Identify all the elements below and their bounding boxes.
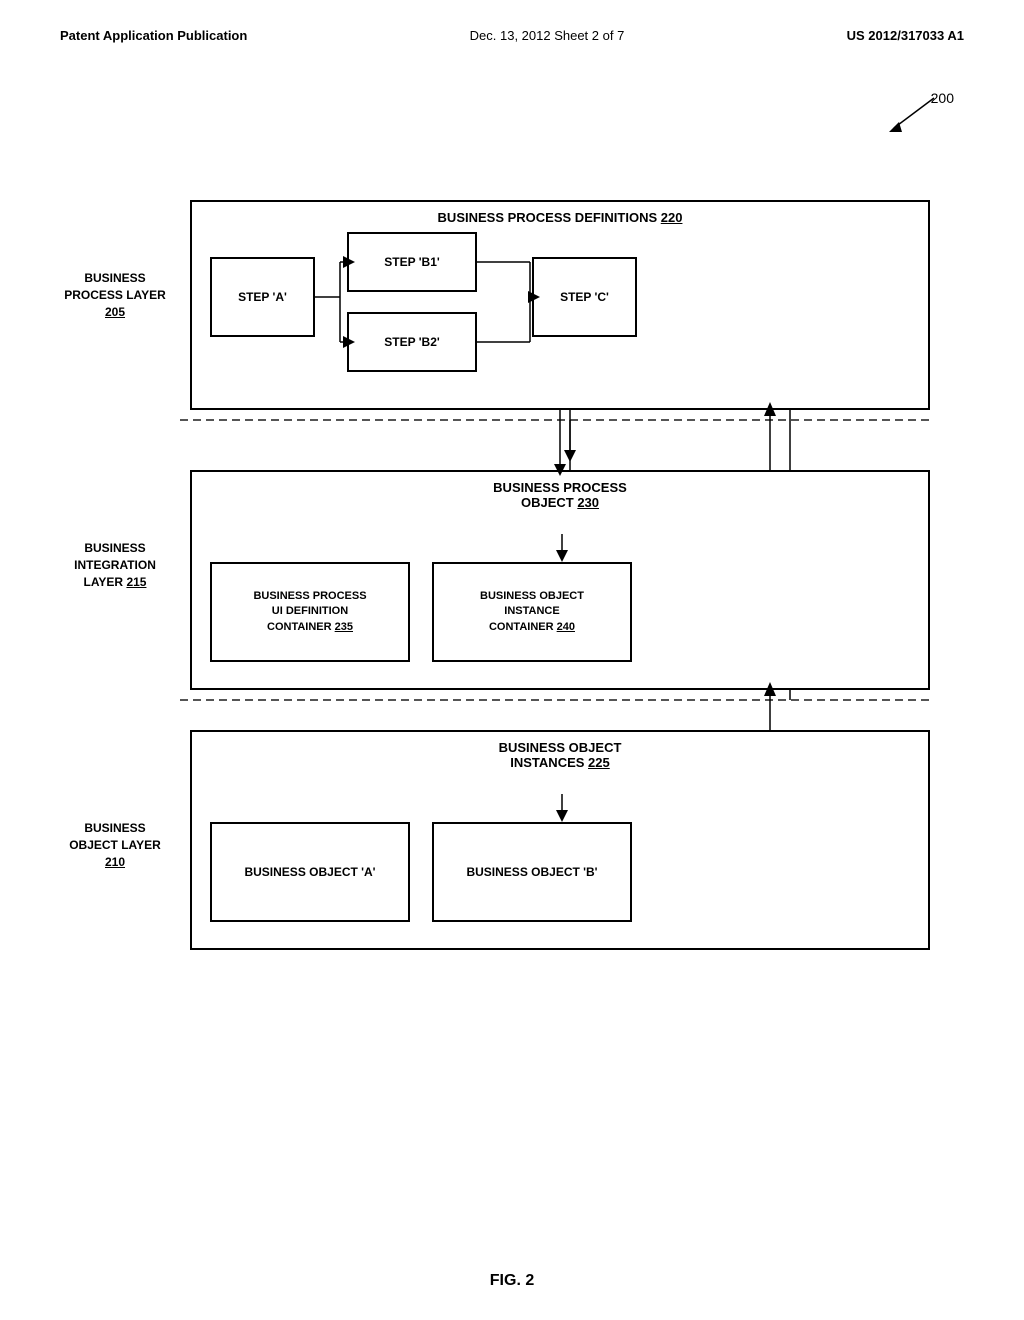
bp-layer-num: 205	[105, 305, 125, 319]
boi-outer-box: BUSINESS OBJECTINSTANCES 225 BUSINESS OB…	[190, 730, 930, 950]
boic-num: 240	[557, 621, 575, 633]
header-center: Dec. 13, 2012 Sheet 2 of 7	[470, 28, 625, 43]
bpd-outer-box: BUSINESS PROCESS DEFINITIONS 220 STEP 'A…	[190, 200, 930, 410]
bi-layer-num: 215	[126, 575, 146, 589]
bo-a-label: BUSINESS OBJECT 'A'	[244, 864, 375, 881]
boic-label: BUSINESS OBJECTINSTANCECONTAINER 240	[480, 589, 584, 635]
business-process-layer-label: BUSINESSPROCESS LAYER205	[60, 270, 170, 320]
ref-200-label: 200	[931, 90, 954, 106]
bo-b-box: BUSINESS OBJECT 'B'	[432, 822, 632, 922]
bo-b-label: BUSINESS OBJECT 'B'	[466, 864, 597, 881]
bo-layer-num: 210	[105, 855, 125, 869]
bpuic-box: BUSINESS PROCESSUI DEFINITIONCONTAINER 2…	[210, 562, 410, 662]
bpo-outer-box: BUSINESS PROCESSOBJECT 230 BUSINESS PROC…	[190, 470, 930, 690]
ref-200-area: 200	[854, 90, 954, 143]
boic-box: BUSINESS OBJECTINSTANCECONTAINER 240	[432, 562, 632, 662]
bpuic-label: BUSINESS PROCESSUI DEFINITIONCONTAINER 2…	[253, 589, 366, 635]
business-object-layer-label: BUSINESSOBJECT LAYER210	[60, 820, 170, 870]
fig-label: FIG. 2	[490, 1272, 534, 1290]
bp-layer-text: BUSINESSPROCESS LAYER205	[60, 270, 170, 320]
page-header: Patent Application Publication Dec. 13, …	[0, 0, 1024, 43]
business-integration-layer-label: BUSINESSINTEGRATIONLAYER 215	[60, 540, 170, 590]
bpuic-num: 235	[335, 621, 353, 633]
diagram-area: 200	[60, 80, 964, 1200]
bo-layer-text: BUSINESSOBJECT LAYER210	[60, 820, 170, 870]
header-right: US 2012/317033 A1	[847, 28, 964, 43]
header-left: Patent Application Publication	[60, 28, 247, 43]
bo-a-box: BUSINESS OBJECT 'A'	[210, 822, 410, 922]
bi-layer-text: BUSINESSINTEGRATIONLAYER 215	[60, 540, 170, 590]
bpd-inner-arrows	[192, 202, 928, 408]
